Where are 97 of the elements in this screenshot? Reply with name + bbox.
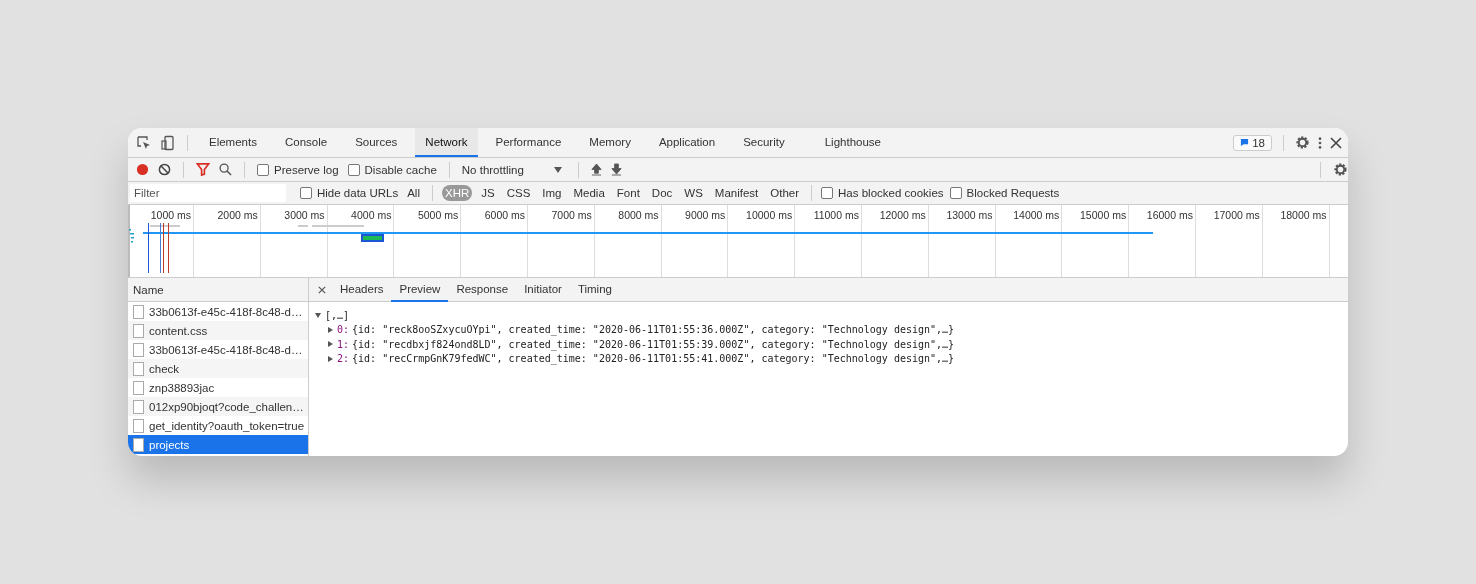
time-tick: 12000 ms	[879, 209, 926, 221]
checkbox-label: Blocked Requests	[966, 187, 1060, 199]
checkbox-label: Hide data URLs	[317, 187, 399, 199]
checkbox[interactable]	[300, 187, 312, 199]
type-filter[interactable]: CSS	[503, 185, 534, 201]
type-filter[interactable]: Other	[767, 185, 803, 201]
inspect-icon[interactable]	[136, 134, 152, 151]
document-icon	[133, 304, 144, 319]
settings-icon[interactable]	[1333, 162, 1348, 177]
close-icon[interactable]	[1330, 136, 1342, 149]
checkbox-label: Preserve log	[274, 163, 339, 176]
filter-icon[interactable]	[196, 163, 210, 176]
type-filter[interactable]: WS	[681, 185, 706, 201]
time-tick: 18000 ms	[1280, 209, 1327, 221]
document-icon	[133, 380, 144, 395]
panel-tab[interactable]: Console	[274, 128, 338, 157]
json-index: 1:	[337, 338, 350, 350]
panel-tab[interactable]: Network	[415, 128, 478, 157]
time-tick: 11000 ms	[813, 209, 859, 221]
expand-triangle-icon[interactable]	[327, 341, 333, 348]
type-filter[interactable]: Doc	[648, 185, 676, 201]
filter-field[interactable]: Filter	[130, 184, 286, 202]
document-icon	[133, 342, 144, 357]
type-filter[interactable]: All	[404, 185, 423, 201]
time-tick: 1000 ms	[150, 209, 191, 221]
checkbox-label: Has blocked cookies	[838, 187, 944, 199]
document-icon	[133, 361, 144, 376]
download-icon[interactable]	[610, 163, 622, 176]
more-icon[interactable]	[1318, 135, 1322, 150]
panel-tab[interactable]: Security	[733, 128, 795, 157]
time-tick: 2000 ms	[217, 209, 258, 221]
json-object: {id: "reck8ooSZxycuOYpi", created_time: "2020-06-11T01:55:36.000Z", category: "Technology design",…}	[352, 324, 955, 336]
json-array: [,…]	[325, 309, 350, 321]
request-row[interactable]: 33b0613f-e45c-418f-8c48-d…	[128, 340, 308, 359]
document-icon	[133, 418, 144, 433]
time-tick: 13000 ms	[946, 209, 993, 221]
checkbox[interactable]	[347, 163, 360, 176]
request-row[interactable]: 33b0613f-e45c-418f-8c48-d…	[128, 302, 308, 321]
request-row[interactable]: check	[128, 359, 308, 378]
detail-tab[interactable]: Initiator	[516, 277, 570, 302]
upload-icon[interactable]	[590, 163, 602, 176]
time-tick: 7000 ms	[551, 209, 592, 221]
time-tick: 8000 ms	[618, 209, 659, 221]
document-icon	[133, 323, 144, 338]
detail-tab[interactable]: Preview	[391, 277, 449, 302]
panel-tab[interactable]: Performance	[485, 128, 572, 157]
request-row[interactable]: znp38893jac	[128, 378, 308, 397]
close-icon[interactable]	[318, 285, 326, 294]
time-tick: 6000 ms	[484, 209, 525, 221]
time-tick: 16000 ms	[1146, 209, 1193, 221]
type-filter[interactable]: JS	[478, 185, 498, 201]
request-row[interactable]: 012xp90bjoqt?code_challen…	[128, 397, 308, 416]
caret-icon	[553, 166, 562, 173]
time-tick: 3000 ms	[284, 209, 325, 221]
record-icon[interactable]	[136, 163, 149, 176]
checkbox-label: Disable cache	[364, 163, 437, 176]
clear-icon[interactable]	[158, 163, 171, 176]
time-tick: 5000 ms	[417, 209, 459, 221]
expand-triangle-icon[interactable]	[327, 355, 333, 362]
document-icon	[133, 399, 144, 414]
json-object: {id: "recCrmpGnK79fedWC", created_time: "2020-06-11T01:55:41.000Z", category: "Technology design",…}	[352, 353, 955, 365]
panel-tab[interactable]: Lighthouse	[814, 128, 891, 157]
detail-tab[interactable]: Timing	[569, 277, 620, 302]
time-tick: 15000 ms	[1080, 209, 1127, 221]
detail-tab[interactable]: Headers	[332, 277, 392, 302]
column-header[interactable]: Name	[128, 278, 308, 302]
throttling-dropdown[interactable]: No throttling	[461, 163, 562, 176]
checkbox[interactable]	[257, 163, 269, 176]
type-filter[interactable]: Manifest	[711, 185, 762, 201]
document-icon	[133, 437, 144, 452]
json-object: {id: "recdbxjf824ond8LD", created_time: "2020-06-11T01:55:39.000Z", category: "Technology design",…}	[352, 338, 955, 350]
settings-icon[interactable]	[1295, 135, 1310, 150]
search-icon[interactable]	[219, 163, 232, 176]
issues-badge[interactable]: 18	[1233, 134, 1272, 151]
request-row[interactable]: projects	[128, 435, 308, 454]
time-tick: 4000 ms	[351, 209, 392, 221]
expand-triangle-icon[interactable]	[327, 326, 333, 333]
detail-tab[interactable]: Response	[448, 277, 517, 302]
checkbox[interactable]	[949, 187, 962, 199]
json-index: 2:	[337, 353, 350, 365]
request-row[interactable]: content.css	[128, 321, 308, 340]
time-tick: 14000 ms	[1013, 209, 1060, 221]
checkbox[interactable]	[821, 187, 834, 199]
time-tick: 17000 ms	[1213, 209, 1260, 221]
type-filter[interactable]: Img	[539, 185, 565, 201]
panel-tab[interactable]: Elements	[199, 128, 267, 157]
type-filter[interactable]: Font	[613, 185, 643, 201]
panel-tab[interactable]: Memory	[579, 128, 641, 157]
type-filter[interactable]: Media	[570, 185, 608, 201]
panel-tab[interactable]: Sources	[345, 128, 408, 157]
json-index: 0:	[337, 324, 350, 336]
request-row[interactable]: get_identity?oauth_token=true	[128, 416, 308, 435]
device-icon[interactable]	[160, 134, 176, 151]
time-tick: 10000 ms	[746, 209, 793, 221]
time-tick: 9000 ms	[685, 209, 726, 221]
panel-tab[interactable]: Application	[648, 128, 726, 157]
expand-triangle-icon[interactable]	[315, 312, 321, 319]
